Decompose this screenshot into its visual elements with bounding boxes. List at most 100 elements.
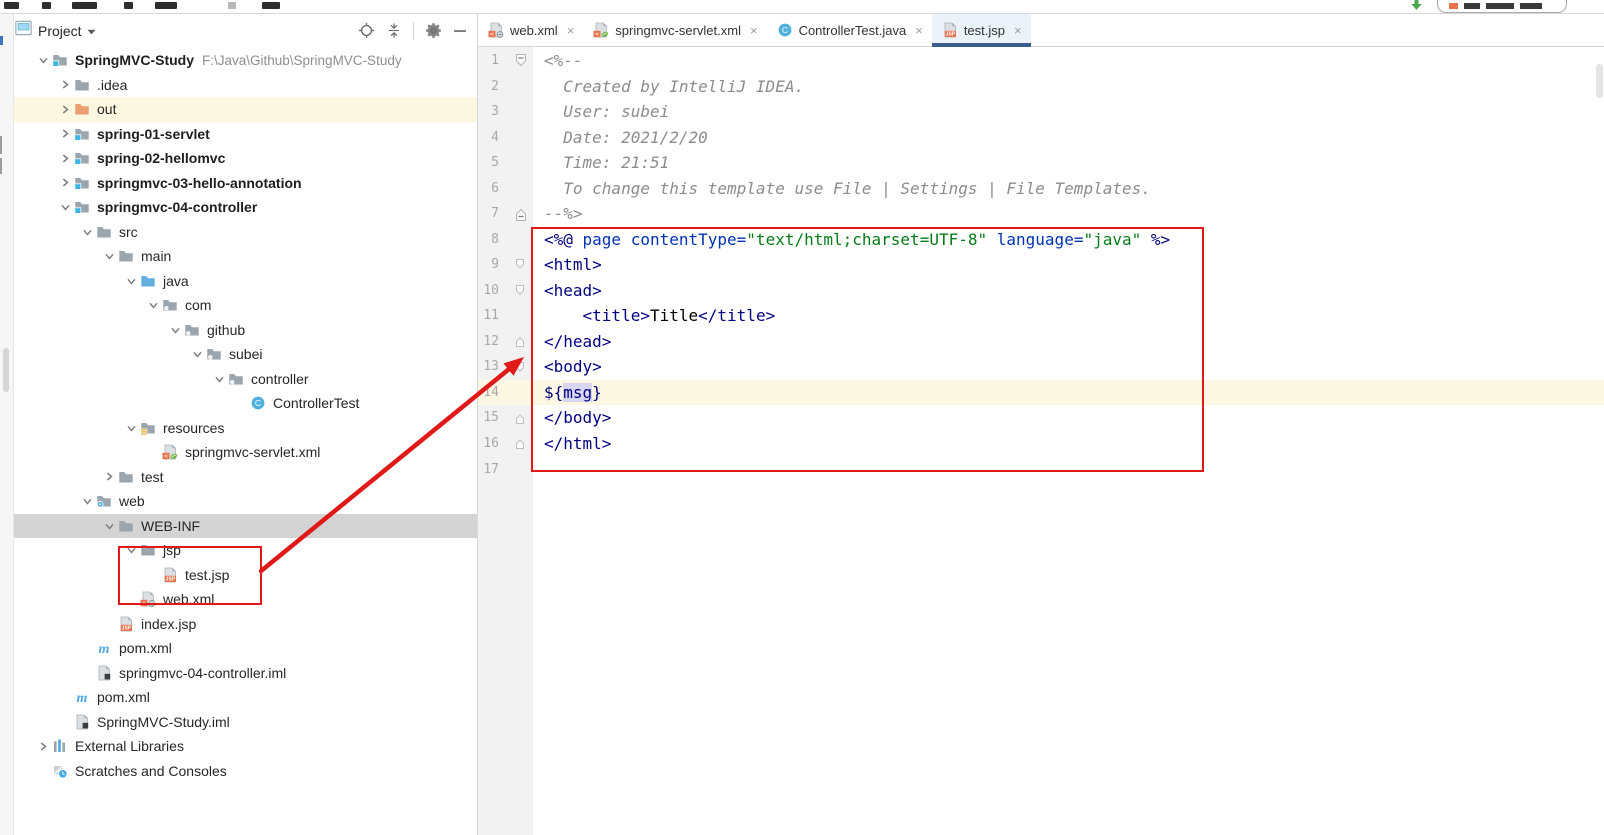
chevron-expanded-icon[interactable] [166, 325, 184, 335]
hide-panel-icon[interactable] [453, 24, 467, 38]
tree-item-controllertest[interactable]: CControllerTest [14, 391, 477, 416]
code-line-4[interactable]: Date: 2021/2/20 [544, 125, 708, 151]
close-tab-icon[interactable]: × [750, 23, 758, 38]
code-line-3[interactable]: User: subei [544, 99, 669, 125]
code-line-14[interactable]: ${msg} [544, 380, 602, 406]
editor-body[interactable]: 1234567891011121314151617 <%-- Created b… [478, 47, 1604, 835]
chevron-collapsed-icon[interactable] [56, 79, 74, 90]
close-tab-icon[interactable]: × [1014, 23, 1022, 38]
tree-item-pom-xml[interactable]: mpom.xml [14, 636, 477, 661]
folder-module-icon [52, 52, 70, 68]
code-line-10[interactable]: <head> [544, 278, 602, 304]
code-line-12[interactable]: </head> [544, 329, 611, 355]
fold-marker-icon[interactable] [514, 405, 526, 431]
run-green-arrow-icon[interactable] [1410, 0, 1423, 14]
chevron-expanded-icon[interactable] [78, 496, 96, 506]
code-line-9[interactable]: <html> [544, 252, 602, 278]
tree-item-test[interactable]: test [14, 465, 477, 490]
tree-item-controller[interactable]: controller [14, 367, 477, 392]
code-line-11[interactable]: <title>Title</title> [544, 303, 775, 329]
tree-item-test-jsp[interactable]: JSPtest.jsp [14, 563, 477, 588]
chevron-expanded-icon[interactable] [122, 545, 140, 555]
tree-item-label: Scratches and Consoles [75, 763, 227, 779]
tree-item-scratches-and-consoles[interactable]: Scratches and Consoles [14, 759, 477, 784]
tab-springmvc-servlet-xml[interactable]: <springmvc-servlet.xml× [583, 14, 766, 46]
tree-item-java[interactable]: java [14, 269, 477, 294]
chevron-expanded-icon[interactable] [188, 349, 206, 359]
code-line-6[interactable]: To change this template use File | Setti… [544, 176, 1151, 202]
code-line-2[interactable]: Created by IntelliJ IDEA. [544, 74, 804, 100]
chevron-down-icon[interactable] [87, 22, 96, 40]
chevron-expanded-icon[interactable] [122, 276, 140, 286]
tree-item-spring-02-hellomvc[interactable]: spring-02-hellomvc [14, 146, 477, 171]
tab-test-jsp[interactable]: JSPtest.jsp× [932, 14, 1031, 46]
chevron-collapsed-icon[interactable] [56, 128, 74, 139]
header-divider [413, 22, 414, 40]
chevron-expanded-icon[interactable] [56, 202, 74, 212]
code-line-1[interactable]: <%-- [544, 48, 583, 74]
tree-item-web[interactable]: web [14, 489, 477, 514]
collapse-all-icon[interactable] [386, 22, 402, 39]
fold-marker-icon[interactable] [514, 329, 526, 355]
svg-text:JSP: JSP [122, 625, 132, 631]
chevron-expanded-icon[interactable] [78, 227, 96, 237]
tree-item-external-libraries[interactable]: External Libraries [14, 734, 477, 759]
tree-item-pom-xml[interactable]: mpom.xml [14, 685, 477, 710]
tree-item-subei[interactable]: subei [14, 342, 477, 367]
tree-item-out[interactable]: out [14, 97, 477, 122]
editor-scrollbar-thumb[interactable] [1596, 64, 1603, 98]
tree-item-web-inf[interactable]: WEB-INF [14, 514, 477, 539]
chevron-expanded-icon[interactable] [122, 423, 140, 433]
xml-spring-icon: < [593, 22, 609, 38]
tree-item-springmvc-03-hello-annotation[interactable]: springmvc-03-hello-annotation [14, 171, 477, 196]
project-window-icon[interactable] [15, 20, 32, 41]
tree-item-springmvc-04-controller-iml[interactable]: springmvc-04-controller.iml [14, 661, 477, 686]
fold-marker-icon[interactable] [514, 252, 526, 278]
chevron-collapsed-icon[interactable] [34, 741, 52, 752]
code-line-8[interactable]: <%@ page contentType="text/html;charset=… [544, 227, 1170, 253]
tab-web-xml[interactable]: <web.xml× [478, 14, 583, 46]
chevron-expanded-icon[interactable] [144, 300, 162, 310]
run-configuration-combo[interactable] [1437, 0, 1567, 13]
folder-icon [140, 542, 158, 558]
tree-item-web-xml[interactable]: <web.xml [14, 587, 477, 612]
tree-item-springmvc-study[interactable]: SpringMVC-StudyF:\Java\Github\SpringMVC-… [14, 48, 477, 73]
fold-marker-icon[interactable] [514, 201, 528, 227]
chevron-collapsed-icon[interactable] [100, 471, 118, 482]
chevron-expanded-icon[interactable] [100, 521, 118, 531]
chevron-collapsed-icon[interactable] [56, 177, 74, 188]
fold-marker-icon[interactable] [514, 354, 526, 380]
tree-item-main[interactable]: main [14, 244, 477, 269]
fold-marker-icon[interactable] [514, 431, 526, 457]
locate-icon[interactable] [358, 22, 375, 39]
tree-item-resources[interactable]: resources [14, 416, 477, 441]
chevron-expanded-icon[interactable] [100, 251, 118, 261]
tab-controllertest-java[interactable]: CControllerTest.java× [767, 14, 932, 46]
tree-item-springmvc-04-controller[interactable]: springmvc-04-controller [14, 195, 477, 220]
tree-item-label: ControllerTest [273, 395, 359, 411]
gear-icon[interactable] [425, 22, 442, 39]
tree-item-idea[interactable]: .idea [14, 73, 477, 98]
tree-item-com[interactable]: com [14, 293, 477, 318]
code-line-5[interactable]: Time: 21:51 [544, 150, 669, 176]
code-line-15[interactable]: </body> [544, 405, 611, 431]
tree-item-springmvc-study-iml[interactable]: SpringMVC-Study.iml [14, 710, 477, 735]
tree-item-jsp[interactable]: jsp [14, 538, 477, 563]
close-tab-icon[interactable]: × [567, 23, 575, 38]
chevron-collapsed-icon[interactable] [56, 153, 74, 164]
chevron-expanded-icon[interactable] [210, 374, 228, 384]
close-tab-icon[interactable]: × [915, 23, 923, 38]
code-line-7[interactable]: --%> [544, 201, 583, 227]
tree-item-spring-01-servlet[interactable]: spring-01-servlet [14, 122, 477, 147]
chevron-expanded-icon[interactable] [34, 55, 52, 65]
code-line-13[interactable]: <body> [544, 354, 602, 380]
tree-item-springmvc-servlet-xml[interactable]: <springmvc-servlet.xml [14, 440, 477, 465]
fold-marker-icon[interactable] [514, 48, 528, 74]
tree-item-src[interactable]: src [14, 220, 477, 245]
project-panel-title[interactable]: Project [38, 23, 82, 39]
tree-item-github[interactable]: github [14, 318, 477, 343]
chevron-collapsed-icon[interactable] [56, 104, 74, 115]
fold-marker-icon[interactable] [514, 278, 526, 304]
tree-item-index-jsp[interactable]: JSPindex.jsp [14, 612, 477, 637]
code-line-16[interactable]: </html> [544, 431, 611, 457]
